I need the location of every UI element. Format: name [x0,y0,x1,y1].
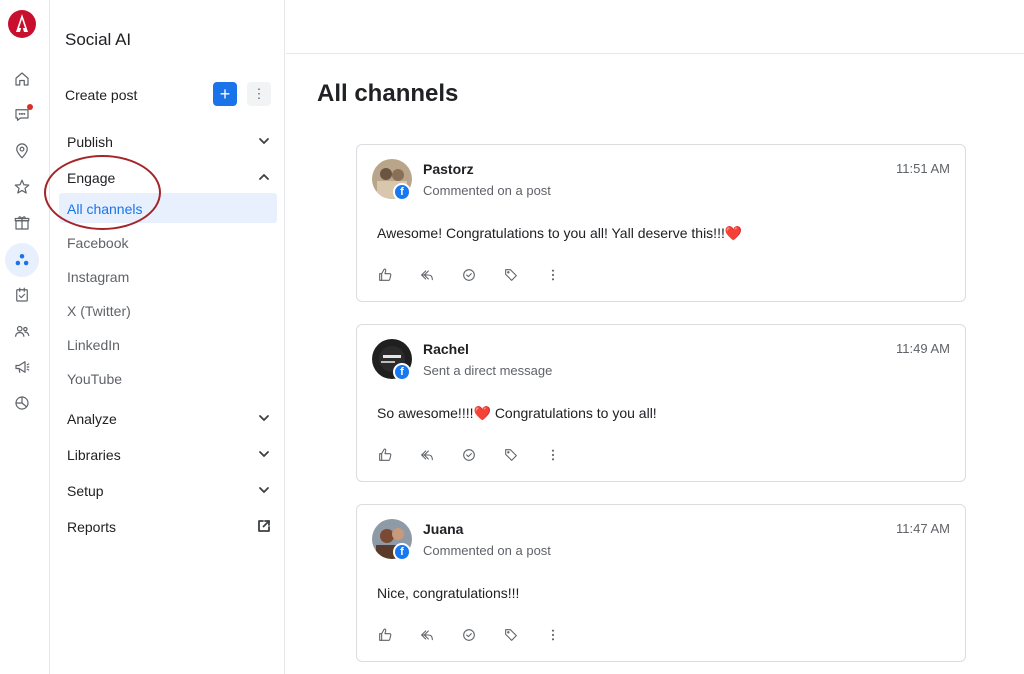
tag-icon[interactable] [501,445,521,465]
create-post-row: Create post + ⋮ [65,82,271,108]
side-navigation: Social AI Create post + ⋮ Publish Engage… [51,0,285,674]
nav-item-label: LinkedIn [67,337,120,353]
app-title: Social AI [65,30,132,49]
post-time: 11:47 AM [896,521,950,536]
nav-group-analyze[interactable]: Analyze [67,407,271,431]
post-card[interactable]: f Rachel Sent a direct message 11:49 AM … [356,324,966,482]
nav-item-label: Instagram [67,269,130,285]
nav-item-label: Facebook [67,235,129,251]
chevron-up-icon [257,170,271,184]
tag-icon[interactable] [501,265,521,285]
post-activity: Sent a direct message [423,363,553,378]
like-icon[interactable] [375,625,395,645]
create-post-button[interactable]: + [213,82,237,106]
check-circle-icon[interactable] [459,445,479,465]
nav-group-libraries[interactable]: Libraries [67,443,271,467]
create-post-label: Create post [65,87,138,103]
post-actions [375,625,563,645]
star-icon[interactable] [9,174,35,200]
chevron-down-icon [257,483,271,497]
chevron-down-icon [257,447,271,461]
nav-item-label: X (Twitter) [67,303,131,319]
post-message-text: Awesome! Congratulations to you all! Yal… [377,225,725,241]
post-message: Nice, congratulations!!! [377,585,519,601]
post-activity: Commented on a post [423,183,551,198]
nav-group-label: Setup [67,483,104,499]
chat-icon[interactable] [9,102,35,128]
external-link-icon [257,519,271,533]
nav-group-label: Publish [67,134,113,150]
icon-rail [0,0,50,674]
post-author[interactable]: Juana [423,521,463,537]
like-icon[interactable] [375,445,395,465]
page-title: All channels [317,80,459,107]
nav-item-youtube[interactable]: YouTube [59,363,277,393]
nav-item-instagram[interactable]: Instagram [59,261,277,291]
reply-icon[interactable] [417,625,437,645]
check-circle-icon[interactable] [459,625,479,645]
post-card[interactable]: f Juana Commented on a post 11:47 AM Nic… [356,504,966,662]
post-message-text: Nice, congratulations!!! [377,585,520,601]
post-actions [375,445,563,465]
nav-item-all-channels[interactable]: All channels [59,193,277,223]
contacts-icon[interactable] [9,318,35,344]
more-options-button[interactable]: ⋮ [247,82,271,106]
nav-group-label: Engage [67,170,116,186]
home-icon[interactable] [9,66,35,92]
reply-icon[interactable] [417,445,437,465]
reply-icon[interactable] [417,265,437,285]
tag-icon[interactable] [501,625,521,645]
check-circle-icon[interactable] [459,265,479,285]
megaphone-icon[interactable] [9,354,35,380]
more-vertical-icon[interactable] [543,265,563,285]
chart-pie-icon[interactable] [9,390,35,416]
facebook-icon: f [393,183,411,201]
post-activity: Commented on a post [423,543,551,558]
post-card[interactable]: f Pastorz Commented on a post 11:51 AM A… [356,144,966,302]
nav-item-reports[interactable]: Reports [67,515,271,539]
social-icon[interactable] [5,243,39,277]
post-message-text: So awesome!!!! [377,405,474,421]
post-time: 11:51 AM [896,161,950,176]
nav-group-setup[interactable]: Setup [67,479,271,503]
top-bar [286,0,1024,54]
facebook-icon: f [393,543,411,561]
more-vertical-icon[interactable] [543,445,563,465]
checklist-icon[interactable] [9,282,35,308]
facebook-icon: f [393,363,411,381]
nav-item-facebook[interactable]: Facebook [59,227,277,257]
location-pin-icon[interactable] [9,138,35,164]
nav-item-label: YouTube [67,371,123,387]
brand-logo[interactable] [6,8,38,40]
chevron-down-icon [257,134,271,148]
notification-badge [27,104,33,110]
nav-group-label: Reports [67,519,117,535]
more-vertical-icon[interactable] [543,625,563,645]
nav-group-label: Libraries [67,447,121,463]
nav-group-label: Analyze [67,411,117,427]
post-time: 11:49 AM [896,341,950,356]
post-message: So awesome!!!!❤️ Congratulations to you … [377,405,657,422]
nav-item-linkedin[interactable]: LinkedIn [59,329,277,359]
post-message: Awesome! Congratulations to you all! Yal… [377,225,742,242]
post-author[interactable]: Pastorz [423,161,474,177]
post-message-suffix: ❤️ [724,225,743,241]
chevron-down-icon [257,411,271,425]
post-actions [375,265,563,285]
post-author[interactable]: Rachel [423,341,469,357]
post-message-suffix: ❤️ Congratulations to you all! [473,405,657,421]
like-icon[interactable] [375,265,395,285]
nav-group-engage[interactable]: Engage [67,166,271,190]
nav-group-publish[interactable]: Publish [67,130,271,154]
nav-item-x-twitter[interactable]: X (Twitter) [59,295,277,325]
gift-icon[interactable] [9,210,35,236]
nav-item-label: All channels [67,201,143,217]
